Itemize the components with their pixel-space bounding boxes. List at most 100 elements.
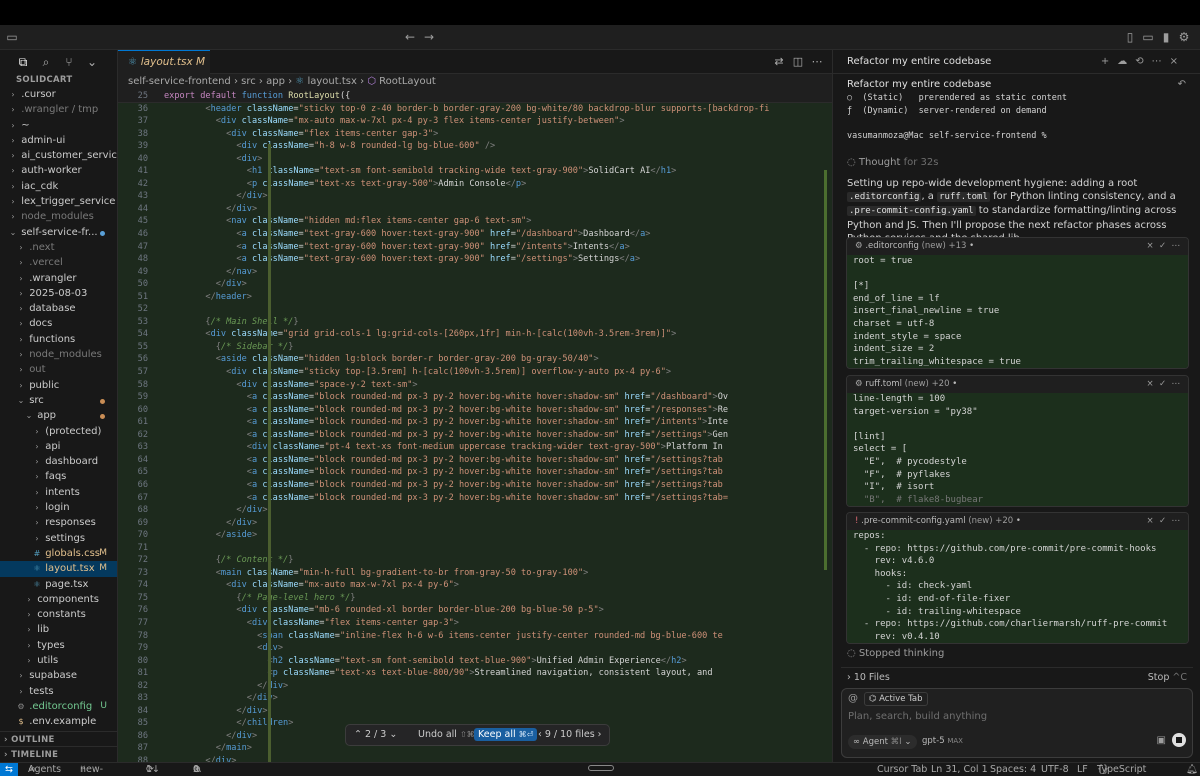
- check-icon[interactable]: ✓: [1159, 516, 1166, 526]
- files-toggle[interactable]: › 10 Files: [847, 668, 890, 688]
- folder-item[interactable]: › .cursor: [0, 87, 117, 102]
- hunk-nav[interactable]: ⌃ 2 / 3 ⌄: [354, 729, 397, 740]
- folder-item[interactable]: › responses: [0, 515, 117, 530]
- tab-layout-tsx[interactable]: ⚛ layout.tsx M: [118, 50, 210, 74]
- new-chat-icon[interactable]: +: [1101, 56, 1117, 67]
- folder-item[interactable]: › auth-worker: [0, 163, 117, 178]
- folder-item[interactable]: › api: [0, 439, 117, 454]
- folder-item[interactable]: › dashboard: [0, 454, 117, 469]
- layout-left-icon[interactable]: ▯: [1123, 30, 1137, 44]
- cursor-tab-item[interactable]: Cursor Tab: [877, 763, 927, 776]
- more-icon[interactable]: ⋯: [1172, 516, 1181, 526]
- outline-section[interactable]: › OUTLINE: [0, 731, 117, 747]
- more-icon[interactable]: ⋯: [1172, 379, 1181, 389]
- close-icon[interactable]: ×: [1146, 516, 1153, 526]
- crumb-app[interactable]: app: [266, 76, 285, 87]
- folder-item[interactable]: › intents: [0, 485, 117, 500]
- forward-arrow-icon[interactable]: →: [422, 30, 436, 44]
- folder-item[interactable]: › faqs: [0, 469, 117, 484]
- explorer-files-icon[interactable]: ⧉: [16, 55, 30, 69]
- file-item[interactable]: ⚛ page.tsx: [0, 577, 117, 592]
- folder-item[interactable]: › ai_customer_service...: [0, 148, 117, 163]
- folder-item[interactable]: › node_modules: [0, 347, 117, 362]
- folder-item[interactable]: › supabase: [0, 668, 117, 683]
- indentation[interactable]: Spaces: 4: [990, 763, 1036, 776]
- timeline-section[interactable]: › TIMELINE: [0, 746, 117, 762]
- close-icon[interactable]: ×: [1146, 379, 1153, 389]
- code-area[interactable]: 25 export default function RootLayout({36…: [118, 90, 832, 762]
- line-endings[interactable]: LF: [1077, 763, 1088, 776]
- chat-tab-title[interactable]: Refactor my entire codebase: [847, 56, 991, 67]
- folder-item[interactable]: › database: [0, 301, 117, 316]
- folder-item[interactable]: › .next: [0, 240, 117, 255]
- crumb-file[interactable]: layout.tsx: [307, 76, 356, 87]
- folder-item[interactable]: › constants: [0, 607, 117, 622]
- folder-item[interactable]: › settings: [0, 531, 117, 546]
- folder-item[interactable]: ⌄ src: [0, 393, 117, 408]
- stop-button[interactable]: Stop ^C: [1148, 668, 1187, 688]
- model-select[interactable]: gpt-5 MAX: [922, 736, 963, 746]
- cloud-icon[interactable]: ☁: [1117, 56, 1135, 67]
- chat-input[interactable]: Plan, search, build anything: [848, 711, 987, 722]
- folder-item[interactable]: › functions: [0, 332, 117, 347]
- folder-item[interactable]: › admin-ui: [0, 133, 117, 148]
- folder-item[interactable]: ⌄ app: [0, 408, 117, 423]
- folder-item[interactable]: › public: [0, 378, 117, 393]
- check-icon[interactable]: ✓: [1159, 241, 1166, 251]
- file-item[interactable]: ⚙ .editorconfig U: [0, 699, 117, 714]
- folder-item[interactable]: › utils: [0, 653, 117, 668]
- more-icon[interactable]: ⋯: [1152, 56, 1170, 67]
- folder-item[interactable]: › lex_trigger_service: [0, 194, 117, 209]
- history-icon[interactable]: ⟲: [1135, 56, 1151, 67]
- layout-right-icon[interactable]: ▮: [1159, 30, 1173, 44]
- folder-item[interactable]: › types: [0, 638, 117, 653]
- file-nav[interactable]: ‹ 9 / 10 files ›: [538, 729, 601, 740]
- folder-item[interactable]: › login: [0, 500, 117, 515]
- folder-item[interactable]: › out: [0, 362, 117, 377]
- search-icon[interactable]: ⌕: [39, 55, 53, 69]
- file-edit-header[interactable]: ! .pre-commit-config.yaml (new) +20 • × ✓…: [847, 513, 1188, 530]
- folder-item[interactable]: › ~: [0, 118, 117, 133]
- encoding[interactable]: UTF-8: [1041, 763, 1069, 776]
- mention-icon[interactable]: @: [848, 693, 858, 704]
- context-pill[interactable]: ⌬ Active Tab: [864, 692, 928, 706]
- close-icon[interactable]: ×: [1170, 56, 1186, 67]
- folder-item[interactable]: ⌄ self-service-fr...: [0, 225, 117, 240]
- folder-item[interactable]: › .wrangler: [0, 271, 117, 286]
- panel-handle[interactable]: [588, 765, 614, 771]
- cursor-position[interactable]: Ln 31, Col 1: [931, 763, 988, 776]
- stop-generation-button[interactable]: [1172, 733, 1186, 747]
- file-item[interactable]: # globals.css M: [0, 546, 117, 561]
- file-edit-header[interactable]: ⚙ ruff.toml (new) +20 • × ✓ ⋯: [847, 376, 1188, 393]
- source-control-icon[interactable]: ⑂: [62, 55, 76, 69]
- crumb-src[interactable]: src: [241, 76, 256, 87]
- folder-item[interactable]: › (protected): [0, 424, 117, 439]
- thought-indicator[interactable]: ◌ Thought for 32s: [847, 157, 938, 168]
- split-editor-icon[interactable]: ◫: [791, 55, 805, 69]
- notifications-icon[interactable]: 🔔︎: [1186, 763, 1198, 776]
- more-icon[interactable]: ⋯: [810, 55, 824, 69]
- file-item[interactable]: ⚛ layout.tsx M: [0, 561, 117, 577]
- folder-item[interactable]: › iac_cdk: [0, 179, 117, 194]
- chevron-down-icon[interactable]: ⌄: [85, 55, 99, 69]
- more-icon[interactable]: ⋯: [1172, 241, 1181, 251]
- toggle-sidebar-icon[interactable]: ▭: [5, 30, 19, 44]
- folder-item[interactable]: › lib: [0, 622, 117, 637]
- folder-item[interactable]: › tests: [0, 684, 117, 699]
- image-icon[interactable]: ▣: [1157, 735, 1166, 746]
- crumb-project[interactable]: self-service-frontend: [128, 76, 231, 87]
- file-edit-header[interactable]: ⚙ .editorconfig (new) +13 • × ✓ ⋯: [847, 238, 1188, 255]
- check-icon[interactable]: ✓: [1159, 379, 1166, 389]
- keep-all-button[interactable]: Keep all ⌘⏎: [474, 728, 538, 741]
- layout-bottom-icon[interactable]: ▭: [1141, 30, 1155, 44]
- folder-item[interactable]: › 2025-08-03: [0, 286, 117, 301]
- close-icon[interactable]: ×: [1146, 241, 1153, 251]
- back-arrow-icon[interactable]: ←: [403, 30, 417, 44]
- folder-item[interactable]: › .vercel: [0, 255, 117, 270]
- crumb-symbol[interactable]: RootLayout: [379, 76, 436, 87]
- folder-item[interactable]: › node_modules: [0, 209, 117, 224]
- folder-item[interactable]: › .wrangler / tmp: [0, 102, 117, 117]
- folder-item[interactable]: › components: [0, 592, 117, 607]
- agent-mode-select[interactable]: ∞ Agent ⌘I ⌄: [848, 735, 917, 749]
- folder-item[interactable]: › docs: [0, 316, 117, 331]
